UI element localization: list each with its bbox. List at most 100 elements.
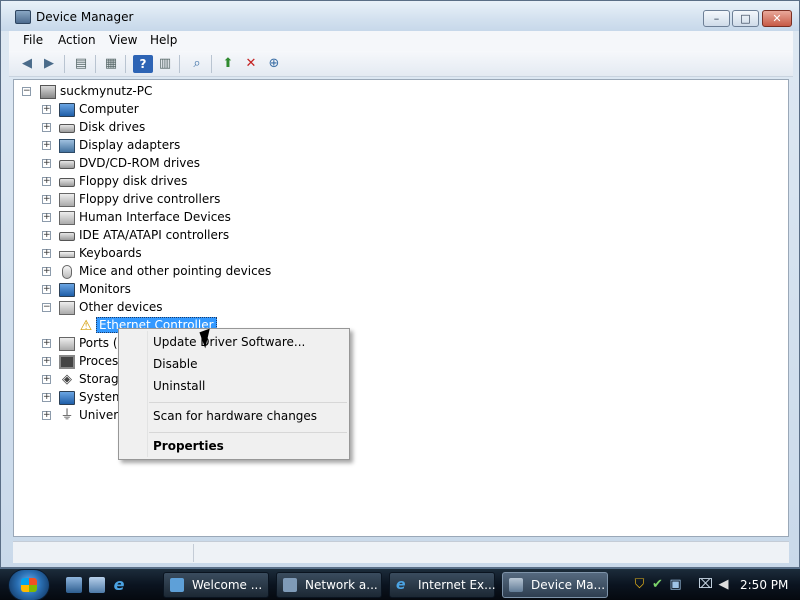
tree-item-label: Floppy drive controllers (79, 192, 221, 206)
expand-icon[interactable]: + (42, 105, 51, 114)
close-button[interactable]: ✕ (762, 10, 792, 27)
dvd-drive-icon (59, 160, 75, 169)
windows-logo-icon (21, 578, 37, 592)
taskbar-task-internet-explorer[interactable]: e Internet Ex... (389, 572, 496, 598)
menu-gutter (147, 331, 148, 457)
toolbar-separator (125, 55, 126, 73)
toolbar-separator (211, 55, 212, 73)
expand-icon[interactable]: + (42, 411, 51, 420)
taskbar-task-network[interactable]: Network a... (276, 572, 382, 598)
menu-help[interactable]: Help (150, 33, 177, 47)
tree-item-keyboards[interactable]: + Keyboards (42, 245, 242, 263)
uninstall-icon[interactable]: ✕ (241, 55, 261, 73)
taskbar-task-device-manager[interactable]: Device Ma... (502, 572, 608, 598)
toolbar-separator (64, 55, 65, 73)
tree-item-label: DVD/CD-ROM drives (79, 156, 201, 170)
update-driver-menu-item[interactable]: Update Driver Software... (153, 335, 305, 349)
menu-action[interactable]: Action (58, 33, 96, 47)
menu-view[interactable]: View (109, 33, 137, 47)
computer-icon (40, 85, 56, 99)
show-desktop-icon[interactable] (66, 577, 82, 593)
disk-drive-icon (59, 124, 75, 133)
window-title: Device Manager (36, 10, 134, 24)
console-tree-icon[interactable]: ▤ (71, 55, 91, 73)
expand-icon[interactable]: + (42, 231, 51, 240)
other-devices-icon (59, 301, 75, 315)
tree-item-ide-controllers[interactable]: + IDE ATA/ATAPI controllers (42, 227, 262, 245)
toolbar-separator (179, 55, 180, 73)
scan-hardware-menu-item[interactable]: Scan for hardware changes (153, 409, 317, 423)
expand-icon[interactable]: + (42, 141, 51, 150)
tree-item-other-devices[interactable]: − Other devices (42, 299, 242, 317)
device-tree[interactable]: − suckmynutz-PC + Computer + Disk drives… (13, 79, 789, 537)
tree-item-computer[interactable]: + Computer (42, 101, 242, 119)
collapse-icon[interactable]: − (42, 303, 51, 312)
start-button[interactable] (8, 569, 50, 600)
expand-icon[interactable]: + (42, 393, 51, 402)
maximize-button[interactable]: □ (732, 10, 759, 27)
security-shield-icon[interactable]: ⛉ (632, 577, 647, 592)
expand-icon[interactable]: + (42, 177, 51, 186)
enable-icon[interactable]: ⊕ (264, 55, 284, 73)
properties-menu-item[interactable]: Properties (153, 439, 224, 453)
network-disconnected-icon[interactable]: ⌧ (698, 577, 713, 592)
tree-item-disk-drives[interactable]: + Disk drives (42, 119, 242, 137)
expand-icon[interactable]: + (42, 285, 51, 294)
clock[interactable]: 2:50 PM (740, 578, 788, 592)
tree-item-floppy-controllers[interactable]: + Floppy drive controllers (42, 191, 262, 209)
minimize-button[interactable]: – (703, 10, 730, 27)
status-bar (13, 541, 789, 563)
tree-item-label: Human Interface Devices (79, 210, 231, 224)
expand-icon[interactable]: + (42, 213, 51, 222)
tree-item-dvd-drives[interactable]: + DVD/CD-ROM drives (42, 155, 242, 173)
monitor-icon (59, 283, 75, 297)
processor-icon (59, 355, 75, 369)
expand-icon[interactable]: + (42, 339, 51, 348)
tree-item-floppy-disk-drives[interactable]: + Floppy disk drives (42, 173, 242, 191)
status-separator (193, 544, 194, 562)
task-label: Welcome ... (192, 578, 263, 592)
help-icon[interactable]: ? (133, 55, 153, 73)
forward-icon[interactable]: ▶ (39, 55, 59, 73)
switch-windows-icon[interactable] (89, 577, 105, 593)
tree-item-hid[interactable]: + Human Interface Devices (42, 209, 262, 227)
ide-controller-icon (59, 232, 75, 241)
hid-icon (59, 211, 75, 225)
expand-icon[interactable]: + (42, 123, 51, 132)
taskbar: e Welcome ... Network a... e Internet Ex… (0, 568, 800, 600)
uninstall-menu-item[interactable]: Uninstall (153, 379, 205, 393)
tree-root[interactable]: − suckmynutz-PC (22, 83, 162, 101)
volume-icon[interactable]: ◀ (716, 577, 731, 592)
expand-icon[interactable]: + (42, 375, 51, 384)
back-icon[interactable]: ◀ (17, 55, 37, 73)
properties-icon[interactable]: ▦ (101, 55, 121, 73)
device-manager-icon (509, 578, 523, 592)
device-manager-window: Device Manager – □ ✕ File Action View He… (0, 0, 800, 568)
expand-icon[interactable]: + (42, 267, 51, 276)
tree-item-mice[interactable]: + Mice and other pointing devices (42, 263, 282, 281)
taskbar-task-welcome[interactable]: Welcome ... (163, 572, 269, 598)
expand-icon[interactable]: + (42, 357, 51, 366)
menu-file[interactable]: File (23, 33, 43, 47)
menu-bar: File Action View Help (9, 31, 793, 51)
update-driver-icon[interactable]: ⬆ (218, 55, 238, 73)
network-tray-icon[interactable]: ▣ (668, 577, 683, 592)
list-icon[interactable]: ▥ (155, 55, 175, 73)
floppy-drive-icon (59, 178, 75, 187)
tree-item-monitors[interactable]: + Monitors (42, 281, 242, 299)
tree-item-label: Monitors (79, 282, 131, 296)
mouse-icon (62, 265, 72, 279)
tree-item-label: Computer (79, 102, 139, 116)
checkmark-icon[interactable]: ✔ (650, 577, 665, 592)
scan-icon[interactable]: ⌕ (187, 55, 207, 73)
title-bar[interactable]: Device Manager – □ ✕ (1, 1, 799, 31)
collapse-icon[interactable]: − (22, 87, 31, 96)
tree-item-label: Disk drives (79, 120, 146, 134)
expand-icon[interactable]: + (42, 249, 51, 258)
toolbar: ◀ ▶ ▤ ▦ ? ▥ ⌕ ⬆ ✕ ⊕ (9, 51, 793, 77)
disable-menu-item[interactable]: Disable (153, 357, 198, 371)
tree-item-display-adapters[interactable]: + Display adapters (42, 137, 242, 155)
expand-icon[interactable]: + (42, 195, 51, 204)
internet-explorer-icon[interactable]: e (111, 577, 127, 593)
expand-icon[interactable]: + (42, 159, 51, 168)
